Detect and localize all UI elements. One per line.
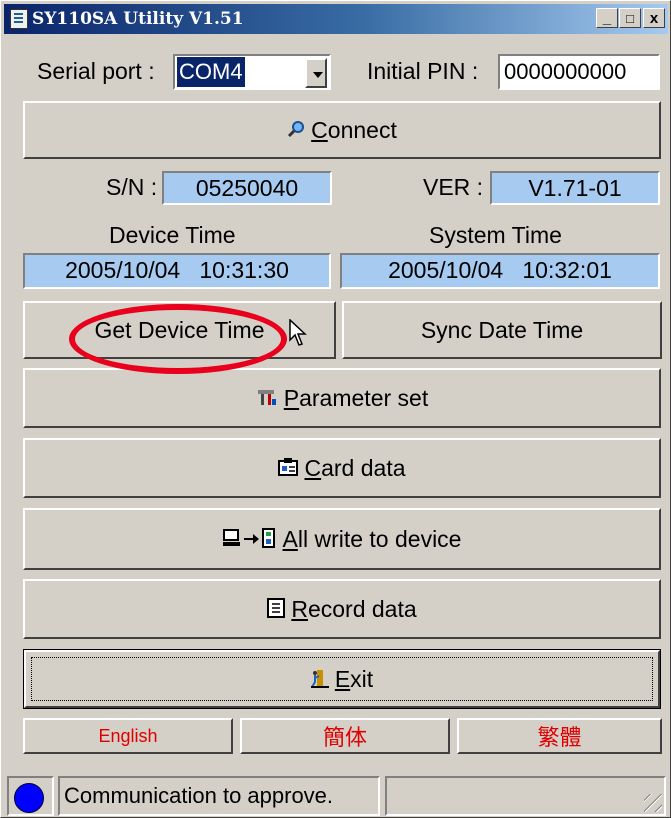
status-message: Communication to approve. <box>58 776 380 816</box>
card-data-label: Card data <box>304 454 406 481</box>
record-data-button[interactable]: Record data <box>23 579 661 639</box>
app-icon <box>10 9 28 29</box>
search-icon <box>287 120 305 141</box>
initial-pin-field[interactable]: 0000000000 <box>498 54 660 90</box>
serial-port-combo[interactable]: COM4 <box>173 54 331 90</box>
connect-label: Connect <box>311 116 397 143</box>
card-data-button[interactable]: Card data <box>23 438 661 498</box>
device-time-label: Device Time <box>109 222 236 248</box>
sync-date-time-button[interactable]: Sync Date Time <box>342 301 662 359</box>
all-write-label: All write to device <box>282 525 462 552</box>
pc-to-device-icon <box>222 527 277 551</box>
status-indicator-icon <box>14 783 44 813</box>
title-bar[interactable]: SY110SA Utility V1.51 _ □ x <box>4 4 668 34</box>
sn-value: 05250040 <box>162 171 332 205</box>
parameter-set-label: Parameter set <box>283 384 429 411</box>
document-icon <box>267 597 286 621</box>
system-time-label: System Time <box>429 222 562 248</box>
minimize-button[interactable]: _ <box>596 8 618 28</box>
status-indicator-panel <box>7 776 54 816</box>
initial-pin-label: Initial PIN : <box>367 58 479 84</box>
serial-port-value: COM4 <box>177 57 245 87</box>
connect-button[interactable]: Connect <box>23 101 661 159</box>
utility-window: SY110SA Utility V1.51 _ □ x Serial port … <box>0 0 671 818</box>
resize-grip-icon[interactable] <box>644 794 662 812</box>
parameter-set-button[interactable]: Parameter set <box>23 368 661 428</box>
close-button[interactable]: x <box>643 8 665 28</box>
status-empty-panel <box>385 776 666 816</box>
window-title: SY110SA Utility V1.51 <box>32 9 244 29</box>
all-write-to-device-button[interactable]: All write to device <box>23 508 661 570</box>
language-traditional-button[interactable]: 繁體 <box>457 718 662 754</box>
chevron-down-icon[interactable] <box>305 58 327 88</box>
system-time-value: 2005/10/04 10:32:01 <box>340 253 660 289</box>
sn-label: S/N : <box>106 174 158 200</box>
device-time-value: 2005/10/04 10:31:30 <box>23 253 331 289</box>
card-icon <box>278 457 299 480</box>
mouse-cursor-icon <box>289 318 307 352</box>
language-english-button[interactable]: English <box>23 718 233 754</box>
maximize-button[interactable]: □ <box>619 8 641 28</box>
exit-button-frame: Exit <box>23 649 661 709</box>
exit-button[interactable]: Exit <box>24 650 660 708</box>
highlight-ellipse <box>69 304 287 374</box>
ver-label: VER : <box>423 174 484 200</box>
focus-rect <box>31 657 653 701</box>
ver-value: V1.71-01 <box>490 171 660 205</box>
record-data-label: Record data <box>291 595 417 622</box>
serial-port-label: Serial port : <box>37 58 155 84</box>
tools-icon <box>256 387 278 410</box>
language-simplified-button[interactable]: 簡体 <box>240 718 450 754</box>
